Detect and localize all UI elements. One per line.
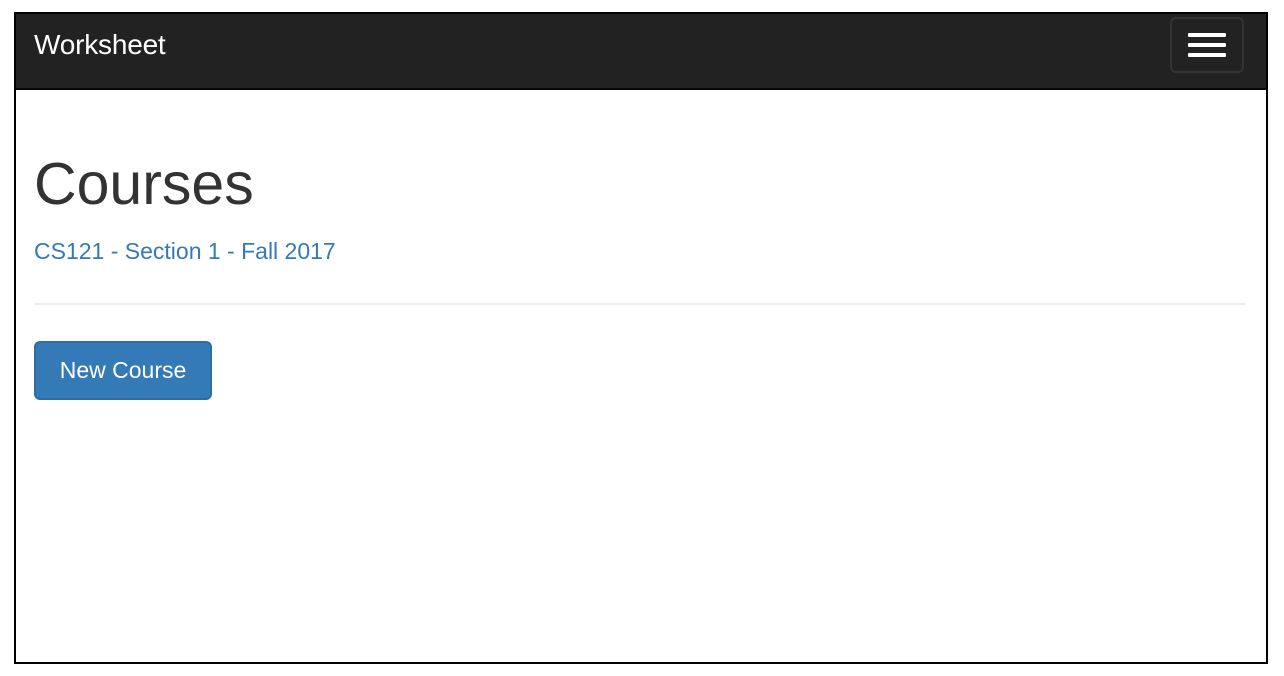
new-course-button[interactable]: New Course: [34, 341, 212, 400]
app-window: Worksheet Courses CS121 - Section 1 - Fa…: [14, 12, 1268, 664]
page-title: Courses: [34, 151, 254, 217]
hamburger-line: [1188, 53, 1226, 57]
navbar-toggle-button[interactable]: [1170, 17, 1244, 73]
divider: [34, 303, 1246, 305]
top-navbar: Worksheet: [16, 14, 1266, 90]
navbar-brand[interactable]: Worksheet: [34, 28, 166, 62]
hamburger-line: [1188, 33, 1226, 37]
course-link[interactable]: CS121 - Section 1 - Fall 2017: [34, 236, 336, 266]
hamburger-line: [1188, 43, 1226, 47]
